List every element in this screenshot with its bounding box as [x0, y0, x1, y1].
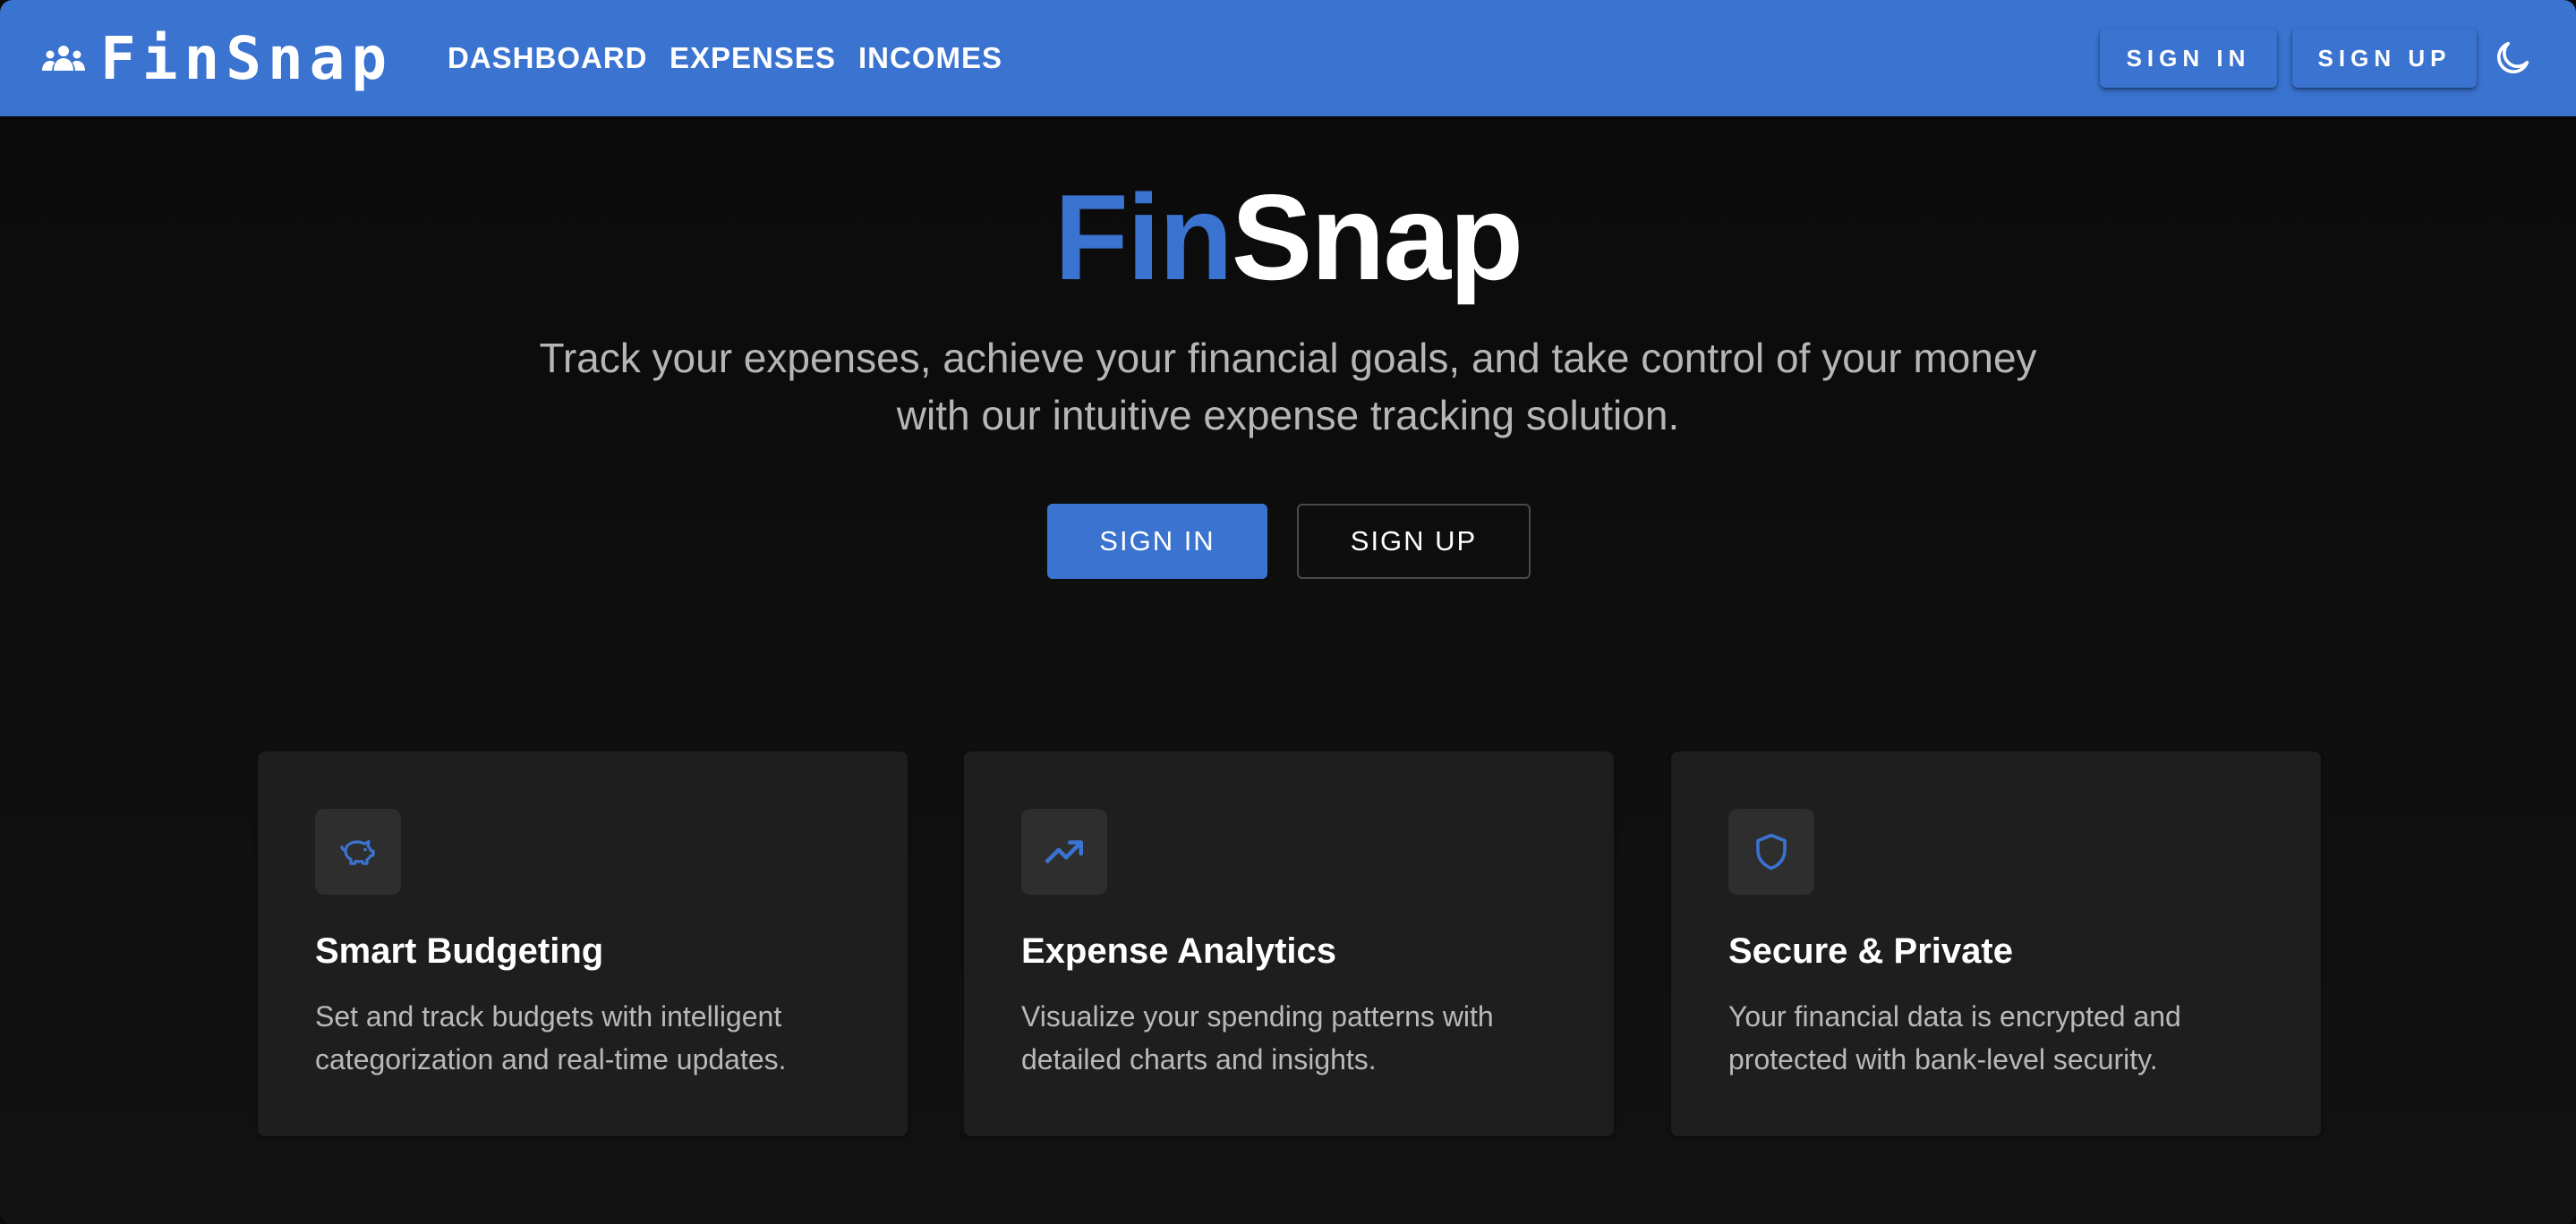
header-sign-in-button[interactable]: SIGN IN — [2100, 29, 2277, 88]
moon-icon[interactable] — [2492, 38, 2533, 79]
feature-icon-container — [1728, 809, 1814, 895]
nav-incomes[interactable]: INCOMES — [858, 41, 1002, 75]
header-sign-up-button[interactable]: SIGN UP — [2292, 29, 2477, 88]
piggy-bank-icon — [340, 840, 375, 865]
feature-description: Your financial data is encrypted and pro… — [1728, 1000, 2181, 1075]
brand-logo-text[interactable]: FinSnap — [100, 23, 393, 95]
app-window: FinSnap DASHBOARD EXPENSES INCOMES SIGN … — [0, 0, 2576, 1224]
feature-card-smart-budgeting: Smart Budgeting Set and track budgets wi… — [258, 752, 908, 1136]
hero-sign-up-button[interactable]: SIGN UP — [1297, 504, 1531, 579]
feature-card-secure-private: Secure & Private Your financial data is … — [1671, 752, 2321, 1136]
app-bar: FinSnap DASHBOARD EXPENSES INCOMES SIGN … — [0, 0, 2576, 116]
feature-card-expense-analytics: Expense Analytics Visualize your spendin… — [964, 752, 1614, 1136]
hero-sign-in-button[interactable]: SIGN IN — [1047, 504, 1267, 579]
feature-icon-container — [315, 809, 401, 895]
hero-subtitle: Track your expenses, achieve your financ… — [539, 335, 2037, 438]
nav-dashboard[interactable]: DASHBOARD — [448, 41, 648, 75]
shield-icon — [1756, 833, 1787, 871]
feature-title: Secure & Private — [1728, 931, 2013, 971]
trending-up-icon — [1045, 840, 1084, 863]
nav-expenses[interactable]: EXPENSES — [670, 41, 836, 75]
feature-title: Expense Analytics — [1021, 931, 1337, 971]
feature-icon-container — [1021, 809, 1107, 895]
feature-title: Smart Budgeting — [315, 931, 604, 971]
groups-icon — [42, 46, 85, 71]
hero-title-fin: Fin — [1053, 169, 1233, 305]
hero-title: FinSnap — [0, 170, 2576, 304]
hero-title-snap: Snap — [1231, 169, 1523, 305]
feature-description: Visualize your spending patterns with de… — [1021, 1000, 1494, 1075]
feature-description: Set and track budgets with intelligent c… — [315, 1000, 787, 1075]
